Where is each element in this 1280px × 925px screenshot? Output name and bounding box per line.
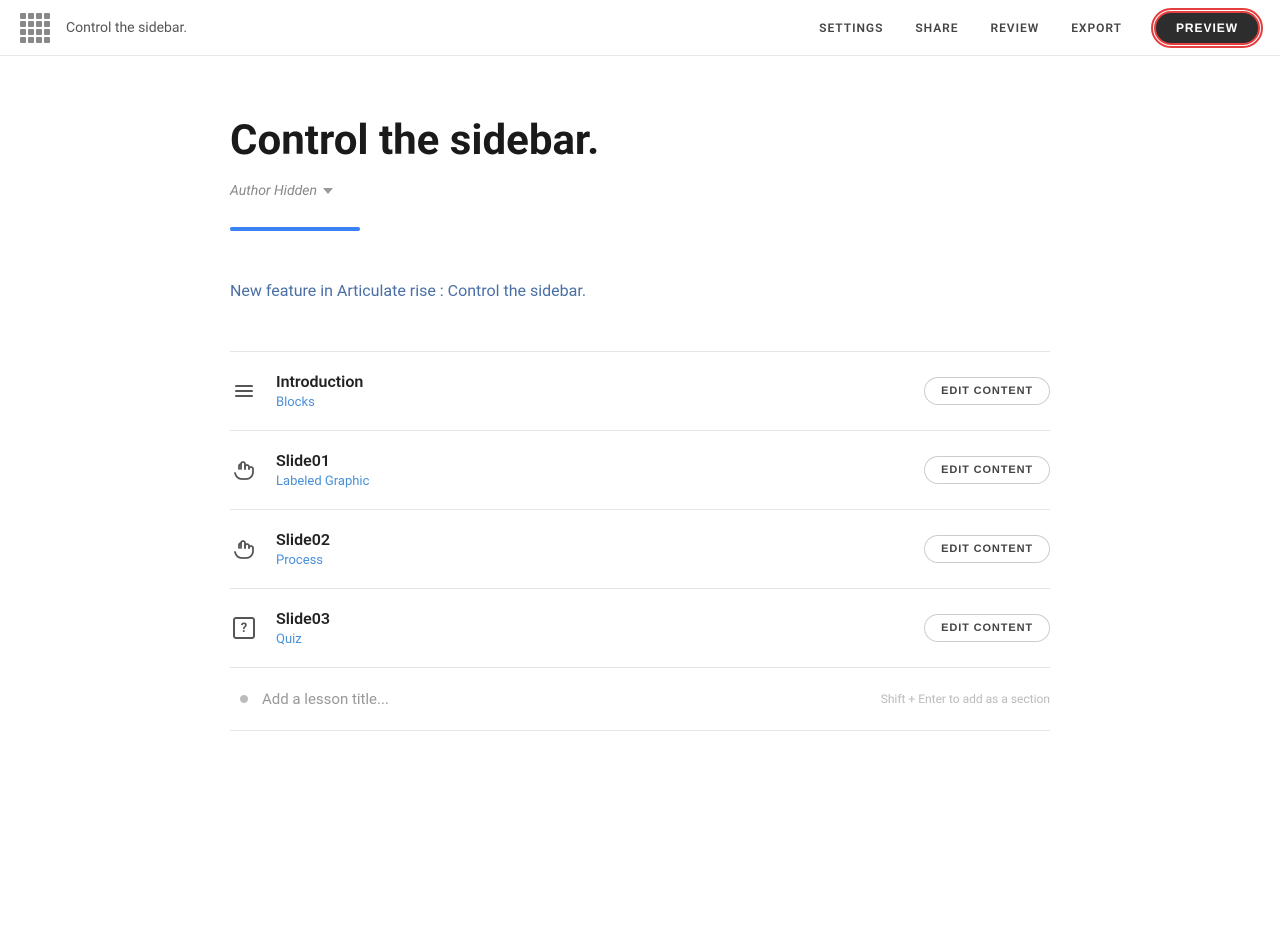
hamburger-icon	[235, 385, 253, 397]
quiz-icon: ?	[233, 617, 255, 639]
author-row[interactable]: Author Hidden	[230, 183, 1050, 199]
lessons-list: Introduction Blocks EDIT CONTENT S	[230, 351, 1050, 731]
lesson-type: Labeled Graphic	[276, 474, 369, 489]
shift-enter-hint: Shift + Enter to add as a section	[881, 692, 1050, 706]
edit-content-button-introduction[interactable]: EDIT CONTENT	[924, 377, 1050, 405]
lesson-left: Slide01 Labeled Graphic	[230, 451, 369, 489]
lesson-info: Introduction Blocks	[276, 372, 363, 410]
touch-icon-2	[232, 537, 256, 561]
lesson-type: Blocks	[276, 395, 363, 410]
review-nav-item[interactable]: REVIEW	[991, 21, 1040, 35]
grid-menu-icon[interactable]	[20, 13, 50, 43]
edit-content-button-slide03[interactable]: EDIT CONTENT	[924, 614, 1050, 642]
lesson-left: ? Slide03 Quiz	[230, 609, 330, 647]
lesson-icon-quiz: ?	[230, 614, 258, 642]
lesson-info: Slide03 Quiz	[276, 609, 330, 647]
lesson-row: ? Slide03 Quiz EDIT CONTENT	[230, 589, 1050, 668]
lesson-row: Slide02 Process EDIT CONTENT	[230, 510, 1050, 589]
lesson-info: Slide02 Process	[276, 530, 330, 568]
course-title: Control the sidebar.	[230, 116, 1050, 165]
lesson-type: Process	[276, 553, 330, 568]
share-nav-item[interactable]: SHARE	[915, 21, 958, 35]
lesson-icon-touch	[230, 456, 258, 484]
header-nav: SETTINGS SHARE REVIEW EXPORT PREVIEW	[819, 11, 1260, 45]
author-chevron-icon	[323, 188, 333, 194]
bullet-dot-icon	[240, 695, 248, 703]
header-course-title: Control the sidebar.	[66, 20, 187, 36]
app-header: Control the sidebar. SETTINGS SHARE REVI…	[0, 0, 1280, 56]
lesson-name: Introduction	[276, 372, 363, 391]
lesson-name: Slide03	[276, 609, 330, 628]
edit-content-button-slide02[interactable]: EDIT CONTENT	[924, 535, 1050, 563]
lesson-row: Introduction Blocks EDIT CONTENT	[230, 352, 1050, 431]
lesson-name: Slide01	[276, 451, 369, 470]
export-nav-item[interactable]: EXPORT	[1071, 21, 1122, 35]
accent-bar	[230, 227, 360, 231]
lesson-left: Introduction Blocks	[230, 372, 363, 410]
lesson-row: Slide01 Labeled Graphic EDIT CONTENT	[230, 431, 1050, 510]
lesson-type: Quiz	[276, 632, 330, 647]
settings-nav-item[interactable]: SETTINGS	[819, 21, 883, 35]
lesson-name: Slide02	[276, 530, 330, 549]
add-lesson-left: Add a lesson title...	[230, 690, 389, 708]
course-description: New feature in Articulate rise : Control…	[230, 279, 1050, 303]
header-left: Control the sidebar.	[20, 13, 187, 43]
touch-icon	[232, 458, 256, 482]
add-lesson-row: Add a lesson title... Shift + Enter to a…	[230, 668, 1050, 731]
lesson-icon-hamburger	[230, 377, 258, 405]
main-content: Control the sidebar. Author Hidden New f…	[230, 56, 1050, 771]
author-name: Author Hidden	[230, 183, 317, 199]
edit-content-button-slide01[interactable]: EDIT CONTENT	[924, 456, 1050, 484]
add-lesson-placeholder[interactable]: Add a lesson title...	[262, 690, 389, 708]
lesson-left: Slide02 Process	[230, 530, 330, 568]
lesson-info: Slide01 Labeled Graphic	[276, 451, 369, 489]
preview-button[interactable]: PREVIEW	[1154, 11, 1260, 45]
lesson-icon-touch2	[230, 535, 258, 563]
